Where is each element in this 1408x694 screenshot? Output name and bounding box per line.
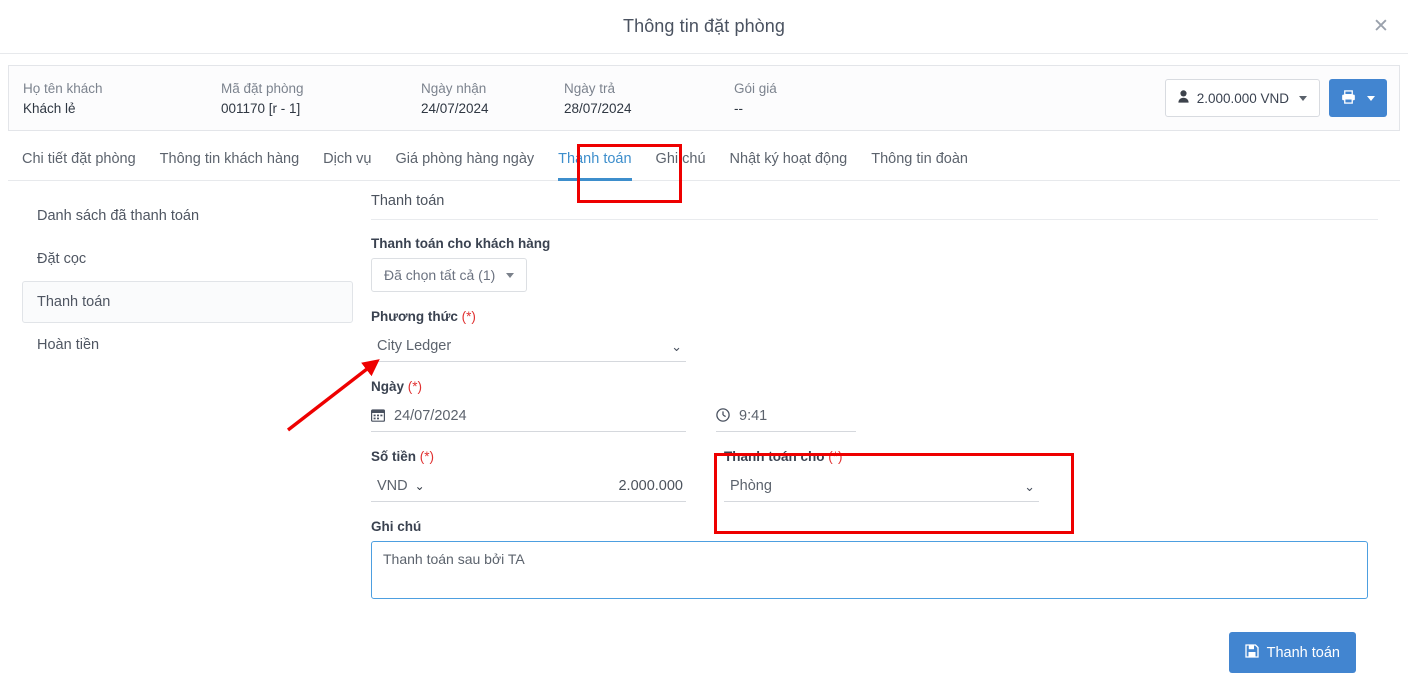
info-label: Họ tên khách xyxy=(23,80,103,96)
booking-payment-modal: Thông tin đặt phòng ✕ Họ tên khách Khách… xyxy=(0,0,1408,694)
amount-group: Số tiền (*) VND ⌄ 2.000.000 xyxy=(371,449,686,502)
chevron-down-icon xyxy=(1367,95,1375,101)
info-field-checkin-date: Ngày nhận 24/07/2024 xyxy=(421,81,564,116)
pay-for-group: Thanh toán cho (*) Phòng ⌄ xyxy=(724,449,1039,502)
tab-nhat-ky-hoat-dong[interactable]: Nhật ký hoạt động xyxy=(730,145,848,181)
amount-label: Số tiền (*) xyxy=(371,449,686,464)
info-field-rate-package: Gói giá -- xyxy=(734,81,854,116)
submit-payment-button[interactable]: Thanh toán xyxy=(1228,632,1356,673)
modal-header: Thông tin đặt phòng ✕ xyxy=(0,0,1408,54)
currency-select[interactable]: VND ⌄ xyxy=(371,478,425,494)
tab-bar: Chi tiết đặt phòng Thông tin khách hàng … xyxy=(8,144,1400,181)
tab-dich-vu[interactable]: Dịch vụ xyxy=(323,145,371,181)
field-note: Ghi chú xyxy=(371,519,1378,604)
sidebar-item-danh-sach-da-thanh-toan[interactable]: Danh sách đã thanh toán xyxy=(22,195,353,237)
info-field-checkout-date: Ngày trả 28/07/2024 xyxy=(564,81,734,116)
date-input[interactable]: 24/07/2024 xyxy=(371,401,686,432)
person-icon xyxy=(1178,90,1189,106)
date-value: 24/07/2024 xyxy=(394,408,467,424)
customer-select-button[interactable]: Đã chọn tất cả (1) xyxy=(371,258,528,292)
sidebar-item-thanh-toan[interactable]: Thanh toán xyxy=(22,281,353,323)
method-label-text: Phương thức xyxy=(371,309,458,324)
pay-for-label: Thanh toán cho (*) xyxy=(724,449,1039,464)
chevron-down-icon: ⌄ xyxy=(671,338,682,354)
save-icon xyxy=(1244,643,1259,662)
tab-thanh-toan[interactable]: Thanh toán xyxy=(558,145,632,181)
form-footer: Thanh toán xyxy=(371,632,1356,673)
required-marker: (*) xyxy=(828,449,843,464)
amount-value: 2.000.000 xyxy=(618,478,683,494)
pay-for-value: Phòng xyxy=(730,478,772,494)
field-date-row: Ngày (*) 24/07/2024 9:41 xyxy=(371,379,1378,432)
amount-label-text: Số tiền xyxy=(371,449,417,464)
close-icon[interactable]: ✕ xyxy=(1368,14,1394,40)
tab-ghi-chu[interactable]: Ghi chú xyxy=(656,145,706,181)
currency-value: VND xyxy=(377,478,408,494)
chevron-down-icon: ⌄ xyxy=(414,479,425,493)
date-time-row: 24/07/2024 9:41 xyxy=(371,401,1378,432)
print-dropdown-button[interactable] xyxy=(1329,79,1387,117)
payment-form: Thanh toán Thanh toán cho khách hàng Đã … xyxy=(363,181,1400,673)
info-value: 28/07/2024 xyxy=(564,100,632,116)
customer-selected-label: Đã chọn tất cả (1) xyxy=(384,267,496,283)
printer-icon xyxy=(1341,89,1356,107)
date-label-text: Ngày xyxy=(371,379,405,394)
info-value: 001170 [r - 1] xyxy=(221,100,301,116)
amount-input[interactable]: VND ⌄ 2.000.000 xyxy=(371,471,686,502)
sidebar-item-dat-coc[interactable]: Đặt cọc xyxy=(22,238,353,280)
method-value: City Ledger xyxy=(377,338,452,354)
info-label: Gói giá xyxy=(734,80,777,96)
chevron-down-icon xyxy=(1299,95,1307,101)
required-marker: (*) xyxy=(461,309,476,324)
payment-side-nav: Danh sách đã thanh toán Đặt cọc Thanh to… xyxy=(8,181,363,673)
tab-thong-tin-khach-hang[interactable]: Thông tin khách hàng xyxy=(160,145,299,181)
note-textarea[interactable] xyxy=(371,541,1368,599)
tab-chi-tiet-dat-phong[interactable]: Chi tiết đặt phòng xyxy=(22,145,136,181)
submit-label: Thanh toán xyxy=(1266,644,1340,661)
sidebar-item-hoan-tien[interactable]: Hoàn tiền xyxy=(22,324,353,366)
field-customer: Thanh toán cho khách hàng Đã chọn tất cả… xyxy=(371,236,1378,292)
info-value: Khách lẻ xyxy=(23,100,76,116)
field-amount-row: Số tiền (*) VND ⌄ 2.000.000 Thanh toán c… xyxy=(371,449,1378,502)
chevron-down-icon xyxy=(506,272,515,278)
time-input[interactable]: 9:41 xyxy=(716,401,856,432)
note-label: Ghi chú xyxy=(371,519,422,534)
form-section-title: Thanh toán xyxy=(371,193,1378,220)
page-title: Thông tin đặt phòng xyxy=(622,16,786,36)
info-value: 24/07/2024 xyxy=(421,100,489,116)
modal-body: Danh sách đã thanh toán Đặt cọc Thanh to… xyxy=(8,181,1400,673)
total-amount-dropdown-button[interactable]: 2.000.000 VND xyxy=(1164,79,1320,117)
tab-gia-phong-hang-ngay[interactable]: Giá phòng hàng ngày xyxy=(396,145,535,181)
info-value: -- xyxy=(734,100,743,116)
chevron-down-icon: ⌄ xyxy=(1024,478,1035,494)
info-label: Mã đặt phòng xyxy=(221,80,304,96)
pay-for-select[interactable]: Phòng ⌄ xyxy=(724,471,1039,502)
time-value: 9:41 xyxy=(739,408,768,424)
info-field-booking-code: Mã đặt phòng 001170 [r - 1] xyxy=(221,81,421,116)
amount-payfor-row: Số tiền (*) VND ⌄ 2.000.000 Thanh toán c… xyxy=(371,449,1378,502)
total-amount-label: 2.000.000 VND xyxy=(1196,90,1289,106)
date-label: Ngày (*) xyxy=(371,379,1378,394)
customer-label: Thanh toán cho khách hàng xyxy=(371,236,551,251)
clock-icon xyxy=(716,408,730,424)
method-label: Phương thức (*) xyxy=(371,309,1378,324)
tab-thong-tin-doan[interactable]: Thông tin đoàn xyxy=(871,145,968,181)
required-marker: (*) xyxy=(407,379,423,394)
method-select[interactable]: City Ledger ⌄ xyxy=(371,331,686,362)
info-label: Ngày nhận xyxy=(421,80,487,96)
info-label: Ngày trả xyxy=(564,80,616,96)
info-field-guest-name: Họ tên khách Khách lẻ xyxy=(23,81,221,116)
field-method: Phương thức (*) City Ledger ⌄ xyxy=(371,309,1378,362)
booking-info-bar: Họ tên khách Khách lẻ Mã đặt phòng 00117… xyxy=(8,65,1400,131)
pay-for-label-text: Thanh toán cho xyxy=(724,449,825,464)
required-marker: (*) xyxy=(419,449,435,464)
calendar-icon xyxy=(371,408,386,424)
